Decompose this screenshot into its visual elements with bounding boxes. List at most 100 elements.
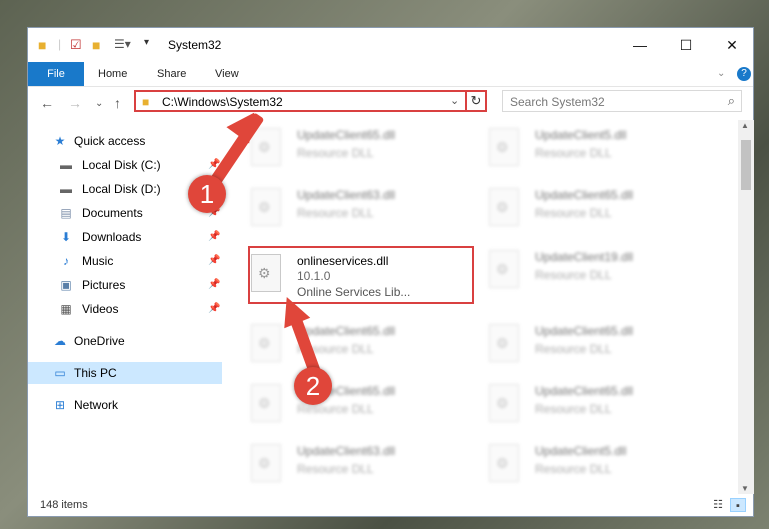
forward-button[interactable]: → bbox=[68, 95, 82, 111]
file-tile[interactable]: UpdateClient5.dll Resource DLL bbox=[463, 122, 693, 174]
file-tile[interactable]: UpdateClient65.dll Resource DLL bbox=[225, 378, 455, 430]
title-bar: ■ | ☑ ■ ☰▾ ▾ System32 — ☐ ✕ bbox=[28, 28, 753, 62]
videos-icon: ▦ bbox=[60, 302, 72, 316]
pin-icon[interactable]: 📌 bbox=[208, 274, 220, 296]
computer-icon: ▭ bbox=[54, 366, 66, 380]
cloud-icon: ☁ bbox=[54, 334, 66, 348]
dll-file-icon bbox=[489, 188, 519, 226]
search-placeholder: Search System32 bbox=[510, 95, 605, 109]
annotation-badge-1: 1 bbox=[188, 175, 226, 213]
scrollbar-thumb[interactable] bbox=[741, 140, 751, 190]
file-name: UpdateClient65.dll bbox=[297, 128, 396, 142]
up-button[interactable]: ↑ bbox=[114, 95, 121, 111]
chevron-down-icon[interactable]: ⌄ bbox=[450, 94, 459, 107]
sidebar-item-network[interactable]: ⊞ Network bbox=[28, 394, 222, 416]
sidebar-item-onedrive[interactable]: ☁ OneDrive bbox=[28, 330, 222, 352]
file-tile[interactable]: UpdateClient65.dll Resource DLL bbox=[225, 122, 455, 174]
dll-file-icon bbox=[489, 324, 519, 362]
dll-file-icon bbox=[489, 128, 519, 166]
sidebar-item-this-pc[interactable]: ▭ This PC bbox=[28, 362, 222, 384]
file-type: Resource DLL bbox=[297, 146, 374, 160]
recent-locations-button[interactable]: ⌄ bbox=[95, 98, 103, 109]
sidebar-item-pictures[interactable]: ▣ Pictures 📌 bbox=[28, 274, 222, 296]
network-icon: ⊞ bbox=[54, 398, 66, 412]
status-bar: 148 items ☷ ▪ bbox=[28, 494, 753, 518]
file-type: Resource DLL bbox=[535, 268, 612, 282]
navigation-bar: ← → ⌄ ↑ ■ C:\Windows\System32 ⌄ ↻ Search… bbox=[28, 87, 753, 119]
sidebar-item-label: Documents bbox=[82, 206, 143, 220]
tab-file[interactable]: File bbox=[28, 62, 84, 86]
maximize-button[interactable]: ☐ bbox=[663, 28, 709, 62]
sidebar-item-downloads[interactable]: ⬇ Downloads 📌 bbox=[28, 226, 222, 248]
dll-file-icon bbox=[251, 188, 281, 226]
sidebar-item-label: Local Disk (D:) bbox=[82, 182, 161, 196]
sidebar-item-label: Pictures bbox=[82, 278, 126, 292]
tab-home[interactable]: Home bbox=[98, 62, 127, 86]
sidebar-item-videos[interactable]: ▦ Videos 📌 bbox=[28, 298, 222, 320]
ribbon: File Home Share View ⌄ ? bbox=[28, 62, 753, 87]
file-tile[interactable]: UpdateClient19.dll Resource DLL bbox=[463, 244, 693, 296]
scroll-down-icon[interactable]: ▼ bbox=[741, 484, 749, 493]
close-button[interactable]: ✕ bbox=[709, 28, 755, 62]
minimize-button[interactable]: — bbox=[617, 28, 663, 62]
details-view-icon[interactable]: ☷ bbox=[710, 498, 726, 512]
file-name: UpdateClient19.dll bbox=[535, 250, 634, 264]
file-tile[interactable]: UpdateClient63.dll Resource DLL bbox=[225, 182, 455, 234]
explorer-window: ■ | ☑ ■ ☰▾ ▾ System32 — ☐ ✕ File Home Sh… bbox=[27, 27, 754, 517]
folder-icon[interactable]: ■ bbox=[38, 37, 46, 53]
back-button[interactable]: ← bbox=[40, 95, 54, 111]
customize-icon[interactable]: ☰▾ bbox=[114, 37, 131, 53]
file-tile[interactable]: UpdateClient65.dll Resource DLL bbox=[463, 378, 693, 430]
highlight-box bbox=[248, 246, 474, 304]
pin-icon[interactable]: 📌 bbox=[208, 226, 220, 248]
dll-file-icon bbox=[251, 444, 281, 482]
file-name: UpdateClient65.dll bbox=[535, 384, 634, 398]
scroll-up-icon[interactable]: ▲ bbox=[741, 121, 749, 130]
pin-icon[interactable]: 📌 bbox=[208, 298, 220, 320]
file-tile[interactable]: UpdateClient65.dll Resource DLL bbox=[463, 318, 693, 370]
help-icon[interactable]: ? bbox=[737, 67, 751, 81]
sidebar-item-local-disk-c[interactable]: ▬ Local Disk (C:) 📌 bbox=[28, 154, 222, 176]
tab-share[interactable]: Share bbox=[157, 62, 186, 86]
sidebar-item-label: Music bbox=[82, 254, 114, 268]
download-icon: ⬇ bbox=[60, 230, 72, 244]
sidebar-item-label: Videos bbox=[82, 302, 119, 316]
sidebar-item-label: This PC bbox=[74, 366, 117, 380]
tab-view[interactable]: View bbox=[215, 62, 239, 86]
dll-file-icon bbox=[251, 384, 281, 422]
sidebar-item-quick-access[interactable]: ★ Quick access bbox=[28, 130, 222, 152]
dll-file-icon bbox=[489, 384, 519, 422]
file-type: Resource DLL bbox=[535, 402, 612, 416]
file-name: UpdateClient65.dll bbox=[297, 324, 396, 338]
file-tile[interactable]: UpdateClient5.dll Resource DLL bbox=[463, 438, 693, 490]
pictures-icon: ▣ bbox=[60, 278, 72, 292]
dll-file-icon bbox=[489, 444, 519, 482]
expand-ribbon-icon[interactable]: ⌄ bbox=[717, 62, 725, 86]
vertical-scrollbar[interactable]: ▲ ▼ bbox=[738, 120, 754, 494]
file-tile[interactable]: UpdateClient65.dll Resource DLL bbox=[225, 318, 455, 370]
sidebar-item-label: Network bbox=[74, 398, 119, 412]
item-count: 148 items bbox=[40, 499, 88, 511]
refresh-button[interactable]: ↻ bbox=[465, 90, 487, 112]
sidebar-item-label: Local Disk (C:) bbox=[82, 158, 161, 172]
dropdown-icon[interactable]: ▾ bbox=[144, 37, 149, 53]
new-folder-icon[interactable]: ■ bbox=[92, 37, 100, 53]
sidebar-item-music[interactable]: ♪ Music 📌 bbox=[28, 250, 222, 272]
search-box[interactable]: Search System32 ⌕ bbox=[502, 90, 742, 112]
properties-icon[interactable]: ☑ bbox=[70, 37, 82, 53]
pin-icon[interactable]: 📌 bbox=[208, 250, 220, 272]
drive-icon: ▬ bbox=[60, 158, 72, 172]
large-icons-view-icon[interactable]: ▪ bbox=[730, 498, 746, 512]
file-type: Resource DLL bbox=[535, 342, 612, 356]
dll-file-icon bbox=[489, 250, 519, 288]
sidebar-item-label: OneDrive bbox=[74, 334, 125, 348]
address-bar[interactable]: ■ C:\Windows\System32 ⌄ bbox=[134, 90, 487, 112]
file-tile[interactable]: UpdateClient63.dll Resource DLL bbox=[225, 438, 455, 490]
file-name: UpdateClient5.dll bbox=[535, 444, 627, 458]
search-icon: ⌕ bbox=[727, 93, 735, 108]
file-type: Resource DLL bbox=[535, 462, 612, 476]
drive-icon: ▬ bbox=[60, 182, 72, 196]
annotation-badge-2: 2 bbox=[294, 367, 332, 405]
file-name: UpdateClient63.dll bbox=[297, 444, 396, 458]
file-tile[interactable]: UpdateClient65.dll Resource DLL bbox=[463, 182, 693, 234]
